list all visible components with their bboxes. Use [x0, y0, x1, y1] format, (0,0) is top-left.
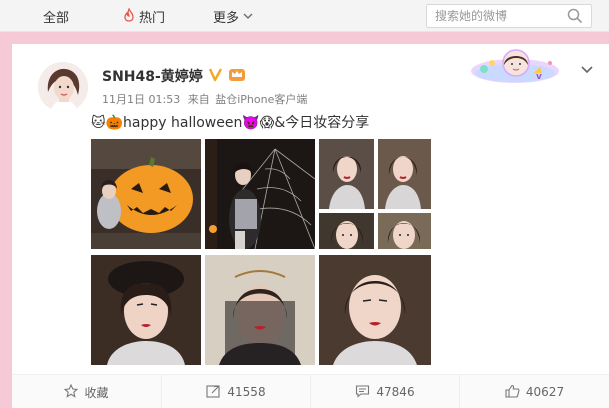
- tab-more-label: 更多: [213, 11, 240, 26]
- fire-icon: [123, 6, 135, 26]
- top-nav-bar: 全部 热门 更多: [0, 0, 609, 32]
- avatar[interactable]: [38, 62, 88, 112]
- repost-icon: [206, 384, 221, 401]
- tab-hot[interactable]: 热门: [123, 6, 166, 26]
- verified-badge-icon[interactable]: [208, 67, 223, 86]
- favorite-button[interactable]: 收藏: [12, 375, 161, 408]
- star-icon: [64, 383, 79, 401]
- photo-9[interactable]: [319, 255, 431, 365]
- svg-text:v: v: [536, 72, 542, 82]
- weibo-post-card: SNH48-黄婷婷 11月1日 01:53 来自 盐仓iPhone客户端 🐱🎃h…: [12, 44, 609, 408]
- search-icon[interactable]: [567, 8, 583, 28]
- post-action-bar: 收藏 41558 47846 40627: [12, 374, 609, 408]
- repost-count: 41558: [227, 385, 266, 399]
- like-button[interactable]: 40627: [459, 375, 609, 408]
- photo-7[interactable]: [91, 255, 201, 365]
- thumbs-up-icon: [505, 384, 520, 401]
- comment-icon: [355, 384, 370, 401]
- comment-count: 47846: [376, 385, 415, 399]
- vip-card-decoration: v: [470, 49, 560, 85]
- source-prefix: 来自: [187, 93, 210, 106]
- post-date[interactable]: 11月1日 01:53: [102, 93, 180, 106]
- like-count: 40627: [525, 385, 565, 399]
- search-box: [426, 4, 592, 28]
- favorite-label: 收藏: [84, 385, 109, 400]
- tab-all-label: 全部: [43, 11, 70, 26]
- comment-button[interactable]: 47846: [310, 375, 459, 408]
- repost-button[interactable]: 41558: [161, 375, 310, 408]
- author-name[interactable]: SNH48-黄婷婷: [102, 66, 203, 86]
- photo-5[interactable]: [319, 213, 374, 249]
- search-input[interactable]: [435, 8, 565, 24]
- post-author: SNH48-黄婷婷: [102, 66, 246, 86]
- tab-all[interactable]: 全部: [43, 7, 69, 26]
- post-text: 🐱🎃happy halloween👿😱&今日妆容分享: [91, 115, 370, 131]
- photo-1[interactable]: [91, 139, 201, 249]
- photo-8[interactable]: [205, 255, 315, 365]
- photo-2[interactable]: [205, 139, 315, 249]
- chevron-down-icon: [243, 9, 253, 24]
- member-crown-icon[interactable]: [228, 66, 246, 86]
- tab-more[interactable]: 更多: [213, 7, 253, 26]
- tab-hot-label: 热门: [139, 11, 166, 26]
- post-source[interactable]: 盐仓iPhone客户端: [215, 93, 307, 106]
- photo-3[interactable]: [319, 139, 374, 209]
- post-options-chevron-icon[interactable]: [580, 60, 594, 79]
- photo-grid: [91, 139, 431, 365]
- photo-4[interactable]: [378, 139, 431, 209]
- photo-6[interactable]: [378, 213, 431, 249]
- post-meta: 11月1日 01:53 来自 盐仓iPhone客户端: [102, 91, 311, 107]
